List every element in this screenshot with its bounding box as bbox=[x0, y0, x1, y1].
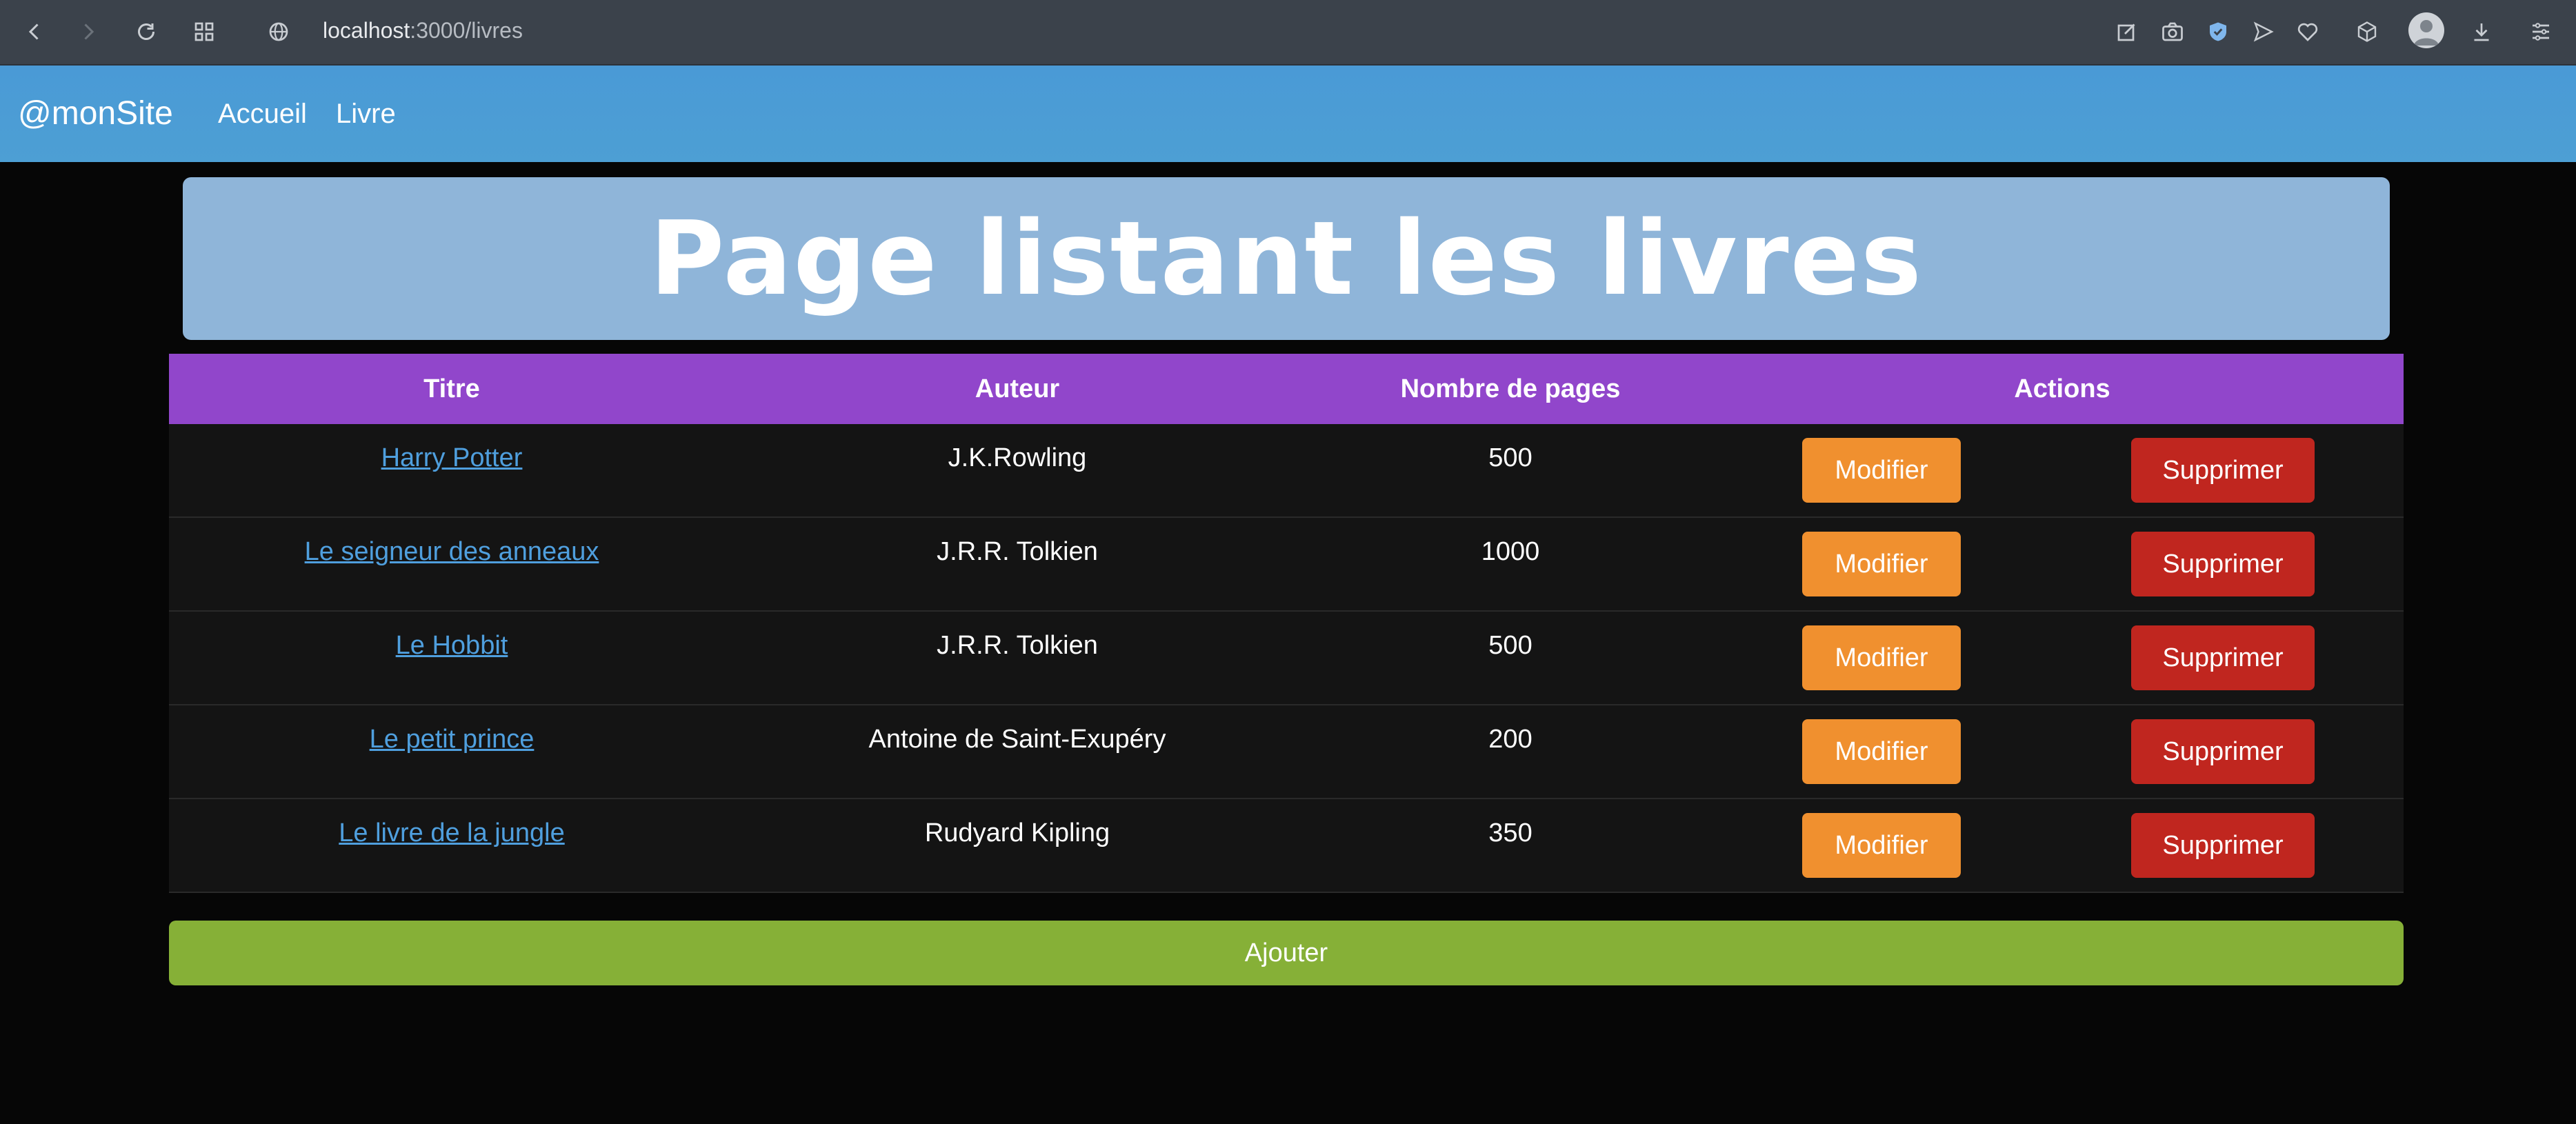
table-row: Le seigneur des anneaux J.R.R. Tolkien 1… bbox=[169, 518, 2404, 612]
pages-cell: 1000 bbox=[1481, 537, 1540, 566]
nav-link-livre[interactable]: Livre bbox=[336, 96, 396, 132]
author-cell: J.R.R. Tolkien bbox=[937, 537, 1098, 566]
edit-button[interactable]: Modifier bbox=[1802, 625, 1961, 690]
edit-button[interactable]: Modifier bbox=[1802, 813, 1961, 878]
author-cell: J.K.Rowling bbox=[948, 443, 1087, 472]
send-icon[interactable] bbox=[2248, 17, 2279, 47]
header-pages: Nombre de pages bbox=[1400, 374, 1621, 403]
title-cell: Le seigneur des anneaux bbox=[169, 518, 735, 610]
table-row: Harry Potter J.K.Rowling 500 Modifier Su… bbox=[169, 424, 2404, 518]
add-book-button[interactable]: Ajouter bbox=[169, 921, 2404, 985]
site-navbar: @monSite Accueil Livre bbox=[0, 66, 2576, 162]
brand-logo[interactable]: @monSite bbox=[18, 93, 173, 134]
heart-icon[interactable] bbox=[2293, 17, 2323, 47]
page-title: Page listant les livres bbox=[649, 199, 1924, 318]
book-title-link[interactable]: Le Hobbit bbox=[396, 631, 508, 660]
pages-cell: 500 bbox=[1488, 443, 1532, 472]
back-icon[interactable] bbox=[19, 17, 50, 47]
edit-button[interactable]: Modifier bbox=[1802, 532, 1961, 596]
table-row: Le livre de la jungle Rudyard Kipling 35… bbox=[169, 799, 2404, 893]
header-auteur: Auteur bbox=[975, 374, 1060, 403]
camera-icon[interactable] bbox=[2157, 17, 2188, 47]
delete-button[interactable]: Supprimer bbox=[2131, 813, 2315, 878]
title-cell: Harry Potter bbox=[169, 424, 735, 516]
delete-button[interactable]: Supprimer bbox=[2131, 625, 2315, 690]
edit-button[interactable]: Modifier bbox=[1802, 438, 1961, 503]
address-bar[interactable]: localhost:3000/livres bbox=[323, 14, 523, 47]
book-title-link[interactable]: Le petit prince bbox=[370, 725, 535, 754]
download-icon[interactable] bbox=[2466, 17, 2497, 47]
url-host: localhost bbox=[323, 18, 410, 43]
book-title-link[interactable]: Le livre de la jungle bbox=[339, 819, 564, 847]
books-table: Titre Auteur Nombre de pages Actions Har… bbox=[169, 354, 2404, 893]
edit-button[interactable]: Modifier bbox=[1802, 719, 1961, 784]
title-cell: Le livre de la jungle bbox=[169, 799, 735, 892]
book-title-link[interactable]: Harry Potter bbox=[381, 443, 523, 472]
nav-link-accueil[interactable]: Accueil bbox=[218, 96, 307, 132]
delete-button[interactable]: Supprimer bbox=[2131, 532, 2315, 596]
table-row: Le petit prince Antoine de Saint-Exupéry… bbox=[169, 705, 2404, 799]
table-row: Le Hobbit J.R.R. Tolkien 500 Modifier Su… bbox=[169, 612, 2404, 705]
table-header: Titre Auteur Nombre de pages Actions bbox=[169, 354, 2404, 424]
pages-cell: 200 bbox=[1488, 725, 1532, 754]
browser-toolbar: localhost:3000/livres bbox=[0, 0, 2576, 66]
cube-icon[interactable] bbox=[2352, 17, 2382, 47]
url-path: :3000/livres bbox=[410, 18, 523, 43]
author-cell: J.R.R. Tolkien bbox=[937, 631, 1098, 660]
pages-cell: 500 bbox=[1488, 631, 1532, 660]
globe-icon bbox=[263, 17, 294, 47]
author-cell: Rudyard Kipling bbox=[924, 819, 1110, 847]
header-actions: Actions bbox=[2014, 374, 2110, 403]
hero-banner: Page listant les livres bbox=[183, 177, 2390, 340]
edit-icon[interactable] bbox=[2112, 17, 2142, 47]
author-cell: Antoine de Saint-Exupéry bbox=[868, 725, 1166, 754]
shield-icon[interactable] bbox=[2203, 17, 2233, 47]
avatar-icon[interactable] bbox=[2408, 12, 2444, 48]
delete-button[interactable]: Supprimer bbox=[2131, 438, 2315, 503]
grid-icon[interactable] bbox=[189, 17, 219, 47]
header-titre: Titre bbox=[423, 374, 480, 403]
reload-icon[interactable] bbox=[131, 17, 161, 47]
menu-icon[interactable] bbox=[2526, 17, 2556, 47]
forward-icon[interactable] bbox=[73, 17, 103, 47]
book-title-link[interactable]: Le seigneur des anneaux bbox=[305, 537, 599, 566]
pages-cell: 350 bbox=[1488, 819, 1532, 847]
delete-button[interactable]: Supprimer bbox=[2131, 719, 2315, 784]
title-cell: Le petit prince bbox=[169, 705, 735, 798]
title-cell: Le Hobbit bbox=[169, 612, 735, 704]
